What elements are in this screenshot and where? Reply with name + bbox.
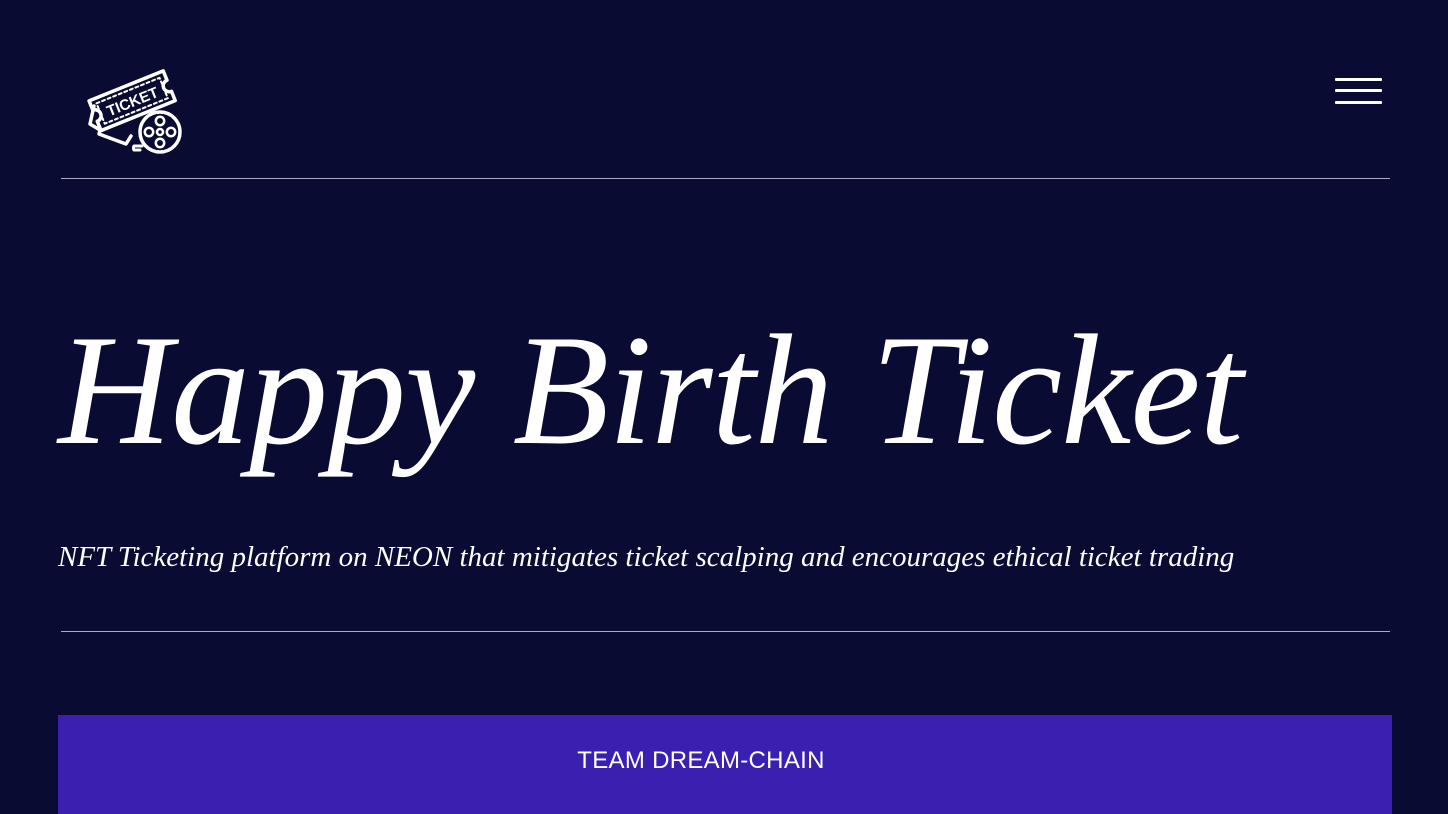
header-divider: [61, 178, 1390, 179]
hamburger-menu-button[interactable]: [1328, 74, 1388, 114]
section-divider: [61, 631, 1390, 632]
team-banner: TEAM DREAM-CHAIN: [58, 715, 1392, 814]
ticket-film-reel-icon: TICKET: [87, 69, 182, 154]
menu-line: [1335, 78, 1382, 81]
team-label: TEAM DREAM-CHAIN: [577, 747, 825, 774]
menu-line: [1335, 101, 1382, 104]
hero-tagline: NFT Ticketing platform on NEON that miti…: [58, 541, 1235, 573]
hero-title: Happy Birth Ticket: [58, 303, 1243, 478]
menu-line: [1335, 89, 1382, 92]
logo[interactable]: TICKET: [84, 54, 190, 158]
